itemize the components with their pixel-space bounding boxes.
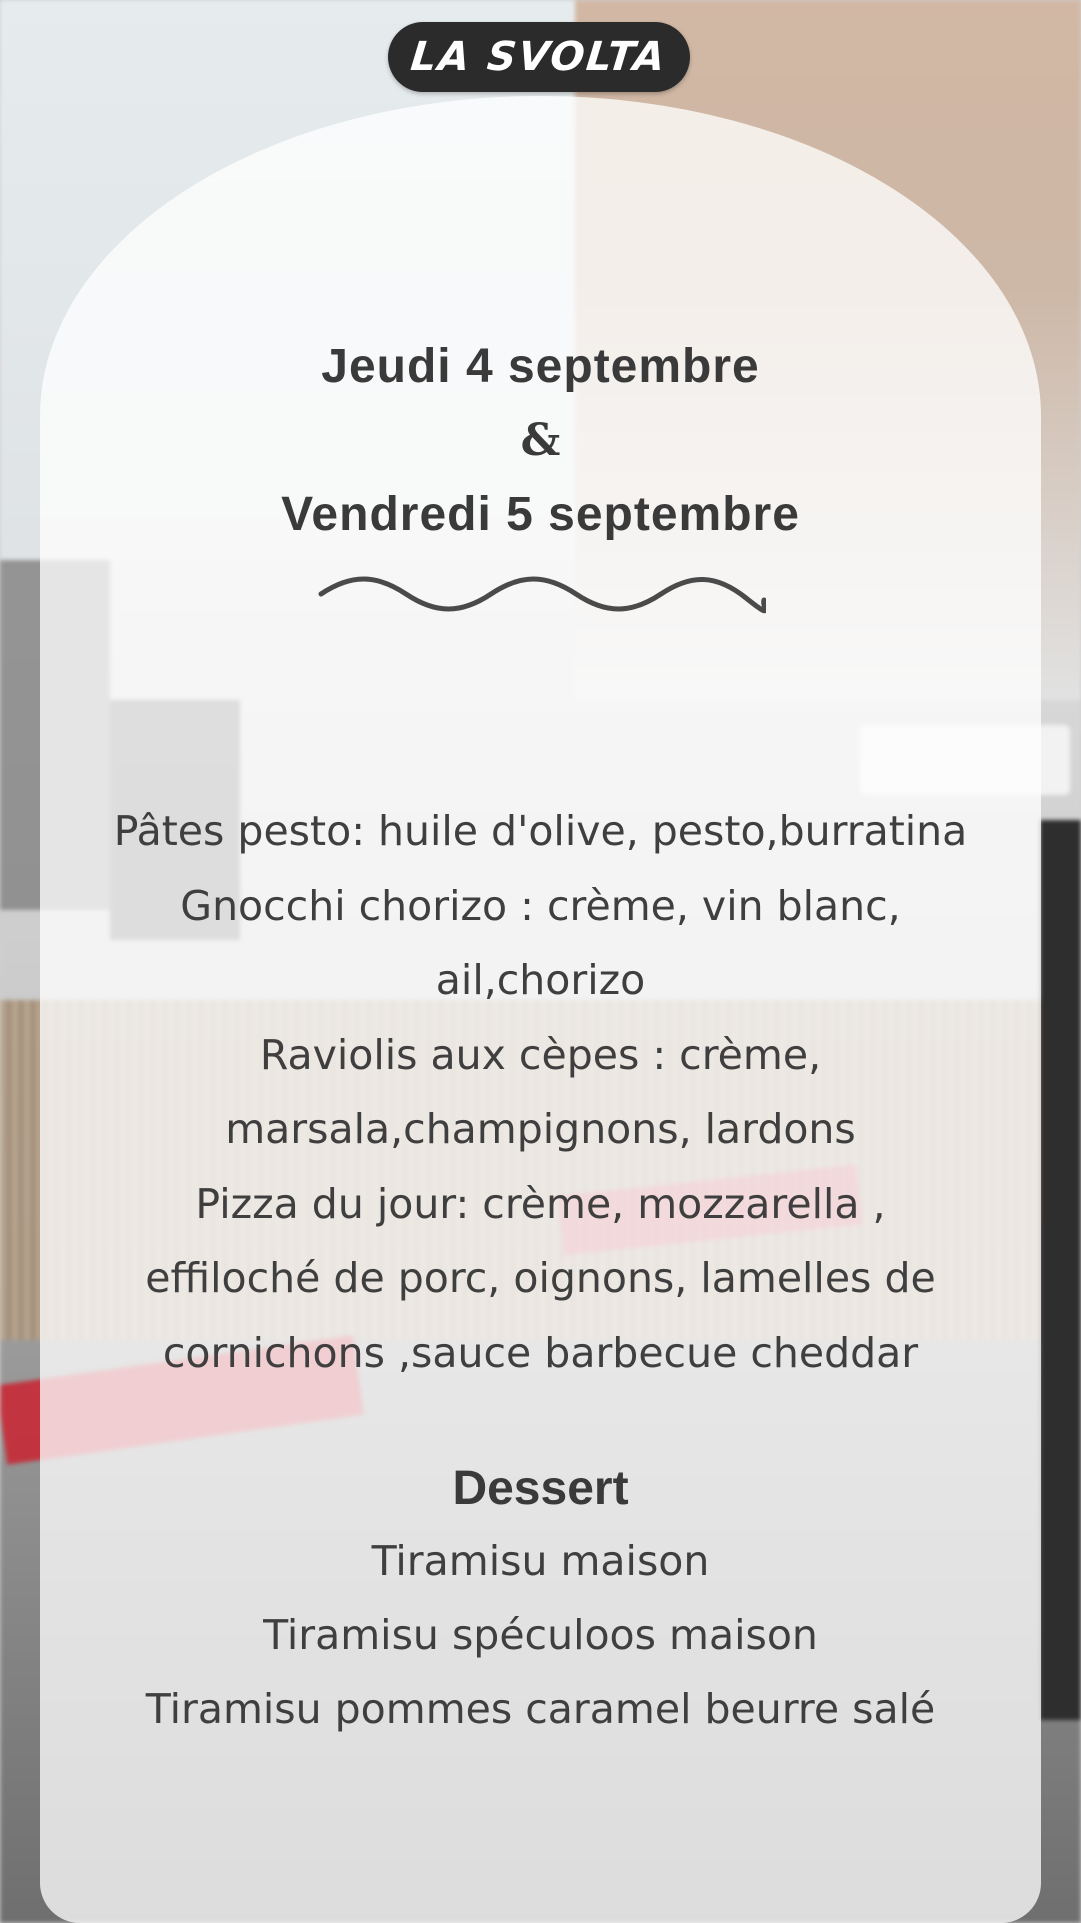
menu-content: Jeudi 4 septembre & Vendredi 5 septembre… (40, 330, 1041, 1746)
background-dark-edge (1040, 820, 1081, 1720)
brand-logo-text: LA SVOLTA (408, 34, 670, 80)
dish-list: Pâtes pesto: huile d'olive, pesto,burrat… (40, 794, 1041, 1390)
date-ampersand: & (520, 415, 561, 466)
dessert-item: Tiramisu spéculoos maison (263, 1611, 818, 1659)
brand-logo: LA SVOLTA (388, 22, 690, 92)
dish-line: Gnocchi chorizo : crème, vin blanc, (180, 881, 901, 930)
dish-line: effiloché de porc, oignons, lamelles de (145, 1254, 936, 1302)
dish-line: marsala,champignons, lardons (225, 1105, 856, 1153)
date-line-2: Vendredi 5 septembre (281, 488, 800, 541)
dish-line: cornichons ,sauce barbecue cheddar (162, 1328, 919, 1377)
dessert-title: Dessert (452, 1462, 629, 1515)
dessert-item: Tiramisu pommes caramel beurre salé (145, 1685, 936, 1733)
date-line-1: Jeudi 4 septembre (321, 340, 760, 393)
dish-line: Pizza du jour: crème, mozzarella , (195, 1179, 886, 1228)
dish-line: ail,chorizo (435, 956, 646, 1004)
dish-line: Pâtes pesto: huile d'olive, pesto,burrat… (113, 807, 968, 855)
wavy-line-icon (318, 576, 766, 614)
dessert-item: Tiramisu maison (371, 1537, 710, 1585)
dish-line: Raviolis aux cèpes : crème, (259, 1030, 822, 1079)
